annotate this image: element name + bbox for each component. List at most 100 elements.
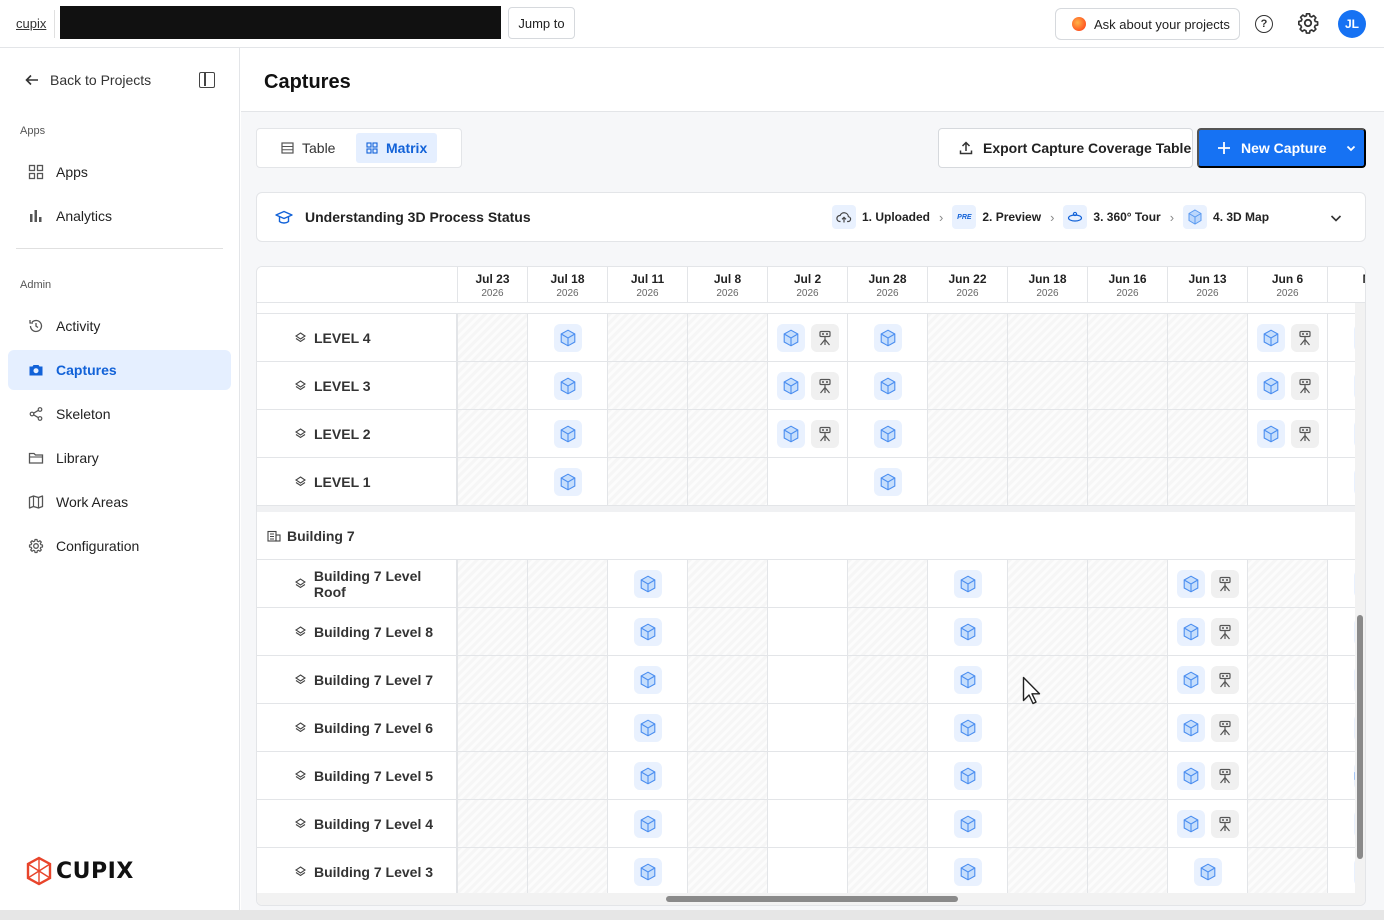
date-column-header[interactable]: Jun 16 2026 [1087,267,1167,303]
row-label[interactable]: Building 7 Level 7 [257,656,457,703]
map-3d-capture-button[interactable] [873,371,902,400]
map-3d-capture-button[interactable] [873,323,902,352]
export-coverage-button[interactable]: Export Capture Coverage Table [938,128,1193,168]
ask-projects-button[interactable]: Ask about your projects [1055,8,1240,40]
matrix-cell[interactable] [847,458,927,505]
map-3d-capture-button[interactable] [953,617,982,646]
row-label[interactable]: Building 7 Level Roof [257,560,457,607]
matrix-cell[interactable] [927,800,1007,847]
tour-capture-button[interactable] [1210,761,1239,790]
sidebar-item-library[interactable]: Library [8,438,231,478]
sidebar-item-analytics[interactable]: Analytics [8,196,231,236]
matrix-cell[interactable] [1167,608,1247,655]
matrix-cell[interactable] [927,752,1007,799]
map-3d-capture-button[interactable] [553,467,582,496]
matrix-cell[interactable] [607,848,687,895]
tour-capture-button[interactable] [1290,323,1319,352]
map-3d-capture-button[interactable] [953,809,982,838]
sidebar-item-captures[interactable]: Captures [8,350,231,390]
matrix-cell[interactable] [927,656,1007,703]
map-3d-capture-button[interactable] [953,665,982,694]
matrix-cell[interactable] [1167,560,1247,607]
user-avatar[interactable]: JL [1338,10,1366,38]
tour-capture-button[interactable] [1290,419,1319,448]
row-label[interactable]: Building 7 Level 8 [257,608,457,655]
matrix-cell[interactable] [927,608,1007,655]
matrix-cell[interactable] [927,704,1007,751]
map-3d-capture-button[interactable] [1256,323,1285,352]
tour-capture-button[interactable] [810,371,839,400]
sidebar-item-activity[interactable]: Activity [8,306,231,346]
tour-capture-button[interactable] [1210,665,1239,694]
matrix-cell[interactable] [1167,752,1247,799]
sidebar-item-skeleton[interactable]: Skeleton [8,394,231,434]
map-3d-capture-button[interactable] [553,323,582,352]
matrix-cell[interactable] [1167,704,1247,751]
matrix-cell[interactable] [767,314,847,361]
map-3d-capture-button[interactable] [1176,809,1205,838]
map-3d-capture-button[interactable] [1256,419,1285,448]
row-label[interactable]: Building 7 Level 3 [257,848,457,895]
matrix-cell[interactable] [1167,656,1247,703]
map-3d-capture-button[interactable] [1256,371,1285,400]
matrix-cell[interactable] [607,656,687,703]
date-column-header[interactable]: Jun 22 2026 [927,267,1007,303]
matrix-cell[interactable] [607,752,687,799]
map-3d-capture-button[interactable] [633,665,662,694]
matrix-cell[interactable] [767,362,847,409]
matrix-cell[interactable] [607,704,687,751]
horizontal-scroll-thumb[interactable] [666,896,958,902]
matrix-cell[interactable] [607,608,687,655]
map-3d-capture-button[interactable] [953,713,982,742]
row-label[interactable]: Building 7 Level 6 [257,704,457,751]
matrix-cell[interactable] [527,458,607,505]
date-column-header[interactable]: Jun 13 2026 [1167,267,1247,303]
help-icon[interactable]: ? [1255,15,1273,33]
map-3d-capture-button[interactable] [1176,569,1205,598]
map-3d-capture-button[interactable] [1176,665,1205,694]
horizontal-scrollbar[interactable] [257,893,1355,905]
map-3d-capture-button[interactable] [633,617,662,646]
map-3d-capture-button[interactable] [953,857,982,886]
date-column-header[interactable]: M [1327,267,1365,303]
tour-capture-button[interactable] [810,419,839,448]
collapse-sidebar-icon[interactable] [199,72,215,88]
row-label[interactable]: LEVEL 2 [257,410,457,457]
map-3d-capture-button[interactable] [553,371,582,400]
project-selector-redacted[interactable] [60,6,501,39]
row-label[interactable]: LEVEL 1 [257,458,457,505]
brand-link[interactable]: cupix [16,16,46,31]
sidebar-item-configuration[interactable]: Configuration [8,526,231,566]
matrix-cell[interactable] [847,410,927,457]
row-label[interactable]: Building 7 Level 5 [257,752,457,799]
date-column-header[interactable]: Jun 18 2026 [1007,267,1087,303]
map-3d-capture-button[interactable] [553,419,582,448]
settings-gear-icon[interactable] [1297,12,1319,34]
date-column-header[interactable]: Jun 28 2026 [847,267,927,303]
date-column-header[interactable]: Jul 11 2026 [607,267,687,303]
row-label[interactable]: LEVEL 3 [257,362,457,409]
map-3d-capture-button[interactable] [1176,761,1205,790]
new-capture-button[interactable]: New Capture [1197,128,1366,168]
date-column-header[interactable]: Jul 23 2026 [457,267,527,303]
matrix-cell[interactable] [927,848,1007,895]
row-label[interactable]: Building 7 Level 4 [257,800,457,847]
tour-capture-button[interactable] [810,323,839,352]
group-row-building-7[interactable]: Building 7 [257,512,1365,560]
matrix-cell[interactable] [607,560,687,607]
map-3d-capture-button[interactable] [633,857,662,886]
back-to-projects-link[interactable]: Back to Projects [24,72,151,88]
tour-capture-button[interactable] [1210,617,1239,646]
map-3d-capture-button[interactable] [873,419,902,448]
matrix-cell[interactable] [847,314,927,361]
tab-matrix[interactable]: Matrix [356,133,438,163]
vertical-scrollbar[interactable] [1355,303,1365,905]
tour-capture-button[interactable] [1210,809,1239,838]
tour-capture-button[interactable] [1210,569,1239,598]
chevron-down-icon[interactable] [1329,211,1343,225]
sidebar-item-apps[interactable]: Apps [8,152,231,192]
map-3d-capture-button[interactable] [633,809,662,838]
map-3d-capture-button[interactable] [1193,857,1222,886]
matrix-cell[interactable] [927,560,1007,607]
map-3d-capture-button[interactable] [776,323,805,352]
